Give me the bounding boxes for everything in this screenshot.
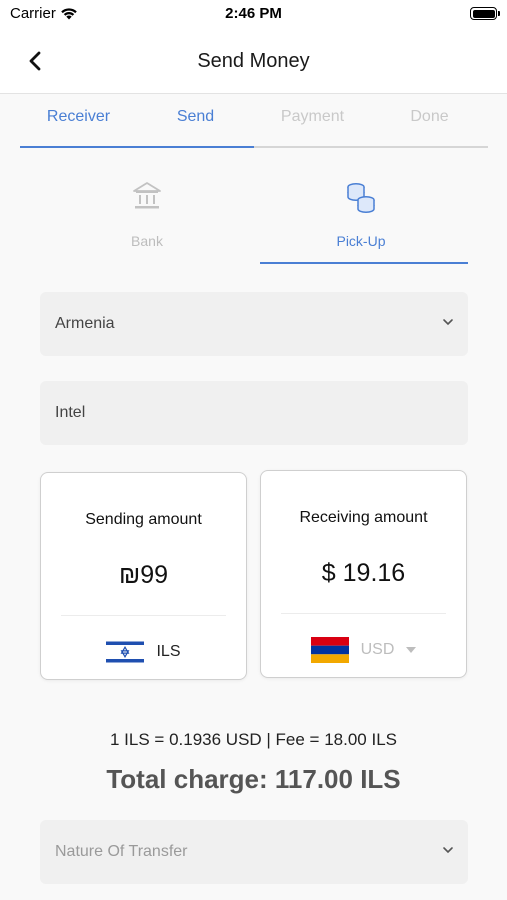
receiving-currency-code: USD [360, 641, 395, 658]
step-send[interactable]: Send [137, 108, 254, 126]
nature-of-transfer-select[interactable]: Nature Of Transfer [40, 820, 468, 884]
coins-icon [347, 183, 375, 213]
israel-flag-icon [106, 639, 145, 665]
sending-amount-card[interactable]: Sending amount ₪99 ILS [40, 472, 247, 680]
total-charge-text: Total charge: 117.00 ILS [106, 764, 401, 794]
sending-amount-title: Sending amount [85, 511, 202, 528]
receiving-amount-value[interactable]: $ 19.16 [261, 559, 466, 588]
sending-currency-code: ILS [156, 643, 181, 660]
tab-pickup-indicator [260, 262, 468, 264]
sending-amount-value[interactable]: ₪99 [41, 561, 246, 590]
pickup-agent-value: Intel [55, 404, 86, 421]
country-value: Armenia [55, 315, 115, 332]
nature-of-transfer-placeholder: Nature Of Transfer [55, 843, 188, 860]
pickup-agent-field[interactable]: Intel [40, 381, 468, 445]
country-select[interactable]: Armenia [40, 292, 468, 356]
tab-bank-label: Bank [131, 233, 163, 249]
receiving-amount-title: Receiving amount [299, 509, 428, 526]
delivery-method-tabs: Bank Pick-Up [40, 178, 468, 266]
tab-pickup-label: Pick-Up [336, 233, 386, 249]
armenia-flag-icon [310, 637, 349, 663]
receiving-currency-select[interactable]: USD [261, 637, 466, 663]
step-receiver[interactable]: Receiver [20, 108, 137, 126]
tab-bank[interactable]: Bank [40, 178, 254, 264]
caret-down-icon [406, 647, 417, 653]
receiving-amount-card[interactable]: Receiving amount $ 19.16 USD [260, 470, 467, 678]
status-bar: Carrier 2:46 PM [0, 0, 507, 30]
sending-currency: ILS [41, 639, 246, 665]
exchange-rate-text: 1 ILS = 0.1936 USD | Fee = 18.00 ILS [110, 730, 397, 749]
step-indicator: Receiver Send Payment Done [20, 108, 488, 150]
status-time: 2:46 PM [225, 5, 282, 22]
chevron-down-icon [443, 847, 453, 854]
battery-icon [470, 7, 500, 20]
chevron-down-icon [443, 319, 453, 326]
bank-icon [133, 182, 161, 209]
tab-pickup[interactable]: Pick-Up [254, 178, 468, 264]
steps-progress [20, 146, 254, 148]
nav-bar: Send Money [0, 30, 507, 94]
card-divider [281, 613, 446, 614]
card-divider [61, 615, 226, 616]
step-payment[interactable]: Payment [254, 108, 371, 126]
step-done[interactable]: Done [371, 108, 488, 126]
page-title: Send Money [197, 50, 310, 72]
